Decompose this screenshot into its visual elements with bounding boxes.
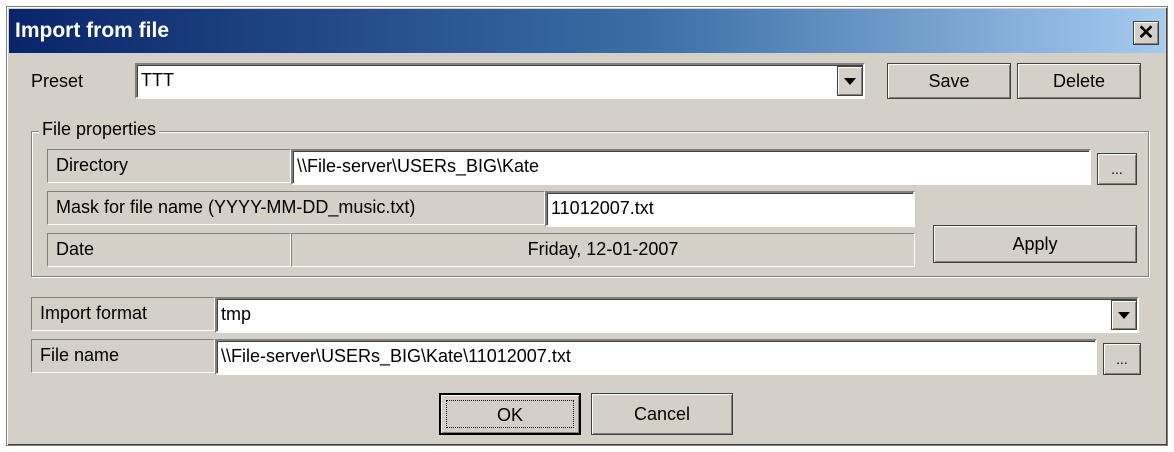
date-value: Friday, 12-01-2007 bbox=[291, 233, 915, 267]
import-dialog: Import from file ✕ Preset TTT Save Delet… bbox=[6, 6, 1168, 446]
delete-button[interactable]: Delete bbox=[1017, 63, 1141, 99]
import-format-value: tmp bbox=[221, 304, 252, 324]
apply-button[interactable]: Apply bbox=[933, 225, 1137, 263]
import-format-dropdown-button[interactable] bbox=[1111, 300, 1137, 330]
preset-value: TTT bbox=[141, 70, 174, 90]
directory-label: Directory bbox=[47, 149, 291, 183]
file-name-label: File name bbox=[31, 339, 215, 373]
preset-dropdown-button[interactable] bbox=[837, 66, 863, 96]
mask-value: 11012007.txt bbox=[551, 198, 654, 218]
save-button[interactable]: Save bbox=[887, 63, 1011, 99]
title-bar: Import from file ✕ bbox=[9, 9, 1165, 53]
focus-rect bbox=[446, 400, 574, 428]
file-name-input[interactable]: \\File-server\USERs_BIG\Kate\11012007.tx… bbox=[215, 339, 1097, 375]
window-title: Import from file bbox=[15, 19, 170, 42]
file-name-browse-button[interactable]: ... bbox=[1103, 343, 1141, 375]
cancel-button[interactable]: Cancel bbox=[591, 393, 733, 435]
mask-label: Mask for file name (YYYY-MM-DD_music.txt… bbox=[47, 191, 545, 225]
directory-input[interactable]: \\File-server\USERs_BIG\Kate bbox=[291, 149, 1091, 185]
directory-browse-button[interactable]: ... bbox=[1097, 153, 1137, 185]
ok-button[interactable]: OK bbox=[439, 393, 581, 435]
date-label: Date bbox=[47, 233, 291, 267]
preset-select[interactable]: TTT bbox=[135, 63, 865, 99]
mask-input[interactable]: 11012007.txt bbox=[545, 191, 915, 227]
preset-label: Preset bbox=[31, 71, 84, 91]
close-button[interactable]: ✕ bbox=[1133, 21, 1159, 45]
file-name-value: \\File-server\USERs_BIG\Kate\11012007.tx… bbox=[221, 346, 571, 366]
import-format-select[interactable]: tmp bbox=[215, 297, 1139, 333]
close-icon: ✕ bbox=[1137, 22, 1155, 44]
import-format-label: Import format bbox=[31, 297, 215, 331]
file-properties-title: File properties bbox=[39, 119, 160, 140]
directory-value: \\File-server\USERs_BIG\Kate bbox=[297, 156, 540, 176]
